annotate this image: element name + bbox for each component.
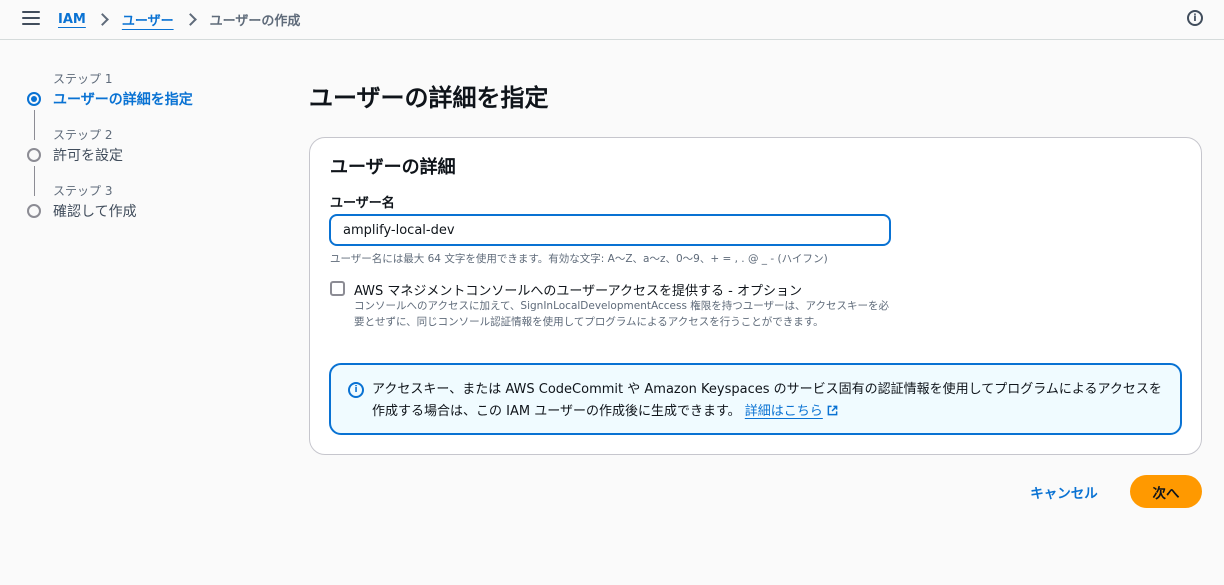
step-label: ステップ 3	[53, 184, 113, 198]
cancel-button[interactable]: キャンセル	[1022, 476, 1106, 508]
chevron-right-icon	[183, 13, 197, 26]
step-title: 許可を設定	[53, 148, 123, 164]
step-label: ステップ 1	[53, 72, 113, 86]
external-link-icon	[827, 405, 838, 416]
username-label: ユーザー名	[330, 196, 395, 211]
learn-more-label[interactable]: 詳細はこちら	[745, 404, 823, 419]
alert-text: アクセスキー、または AWS CodeCommit や Amazon Keysp…	[372, 379, 1172, 423]
chevron-right-icon	[95, 13, 109, 26]
step-pending-icon	[27, 148, 41, 162]
step-active-icon	[27, 92, 41, 106]
step-connector	[34, 110, 35, 140]
breadcrumb: IAM ユーザー ユーザーの作成	[58, 10, 300, 29]
breadcrumb-users-link[interactable]: ユーザー	[122, 10, 174, 29]
step-pending-icon	[27, 204, 41, 218]
info-alert: i アクセスキー、または AWS CodeCommit や Amazon Key…	[329, 363, 1182, 435]
info-icon: i	[348, 382, 364, 398]
info-icon[interactable]: i	[1187, 10, 1203, 26]
username-input[interactable]	[329, 214, 891, 246]
console-access-checkbox[interactable]	[330, 281, 345, 296]
step-title: 確認して作成	[53, 204, 137, 220]
step-title: ユーザーの詳細を指定	[53, 92, 193, 108]
menu-icon[interactable]	[22, 11, 40, 27]
step-connector	[34, 166, 35, 196]
page-title: ユーザーの詳細を指定	[309, 84, 549, 112]
username-constraint-text: ユーザー名には最大 64 文字を使用できます。有効な文字: A〜Z、a〜z、0〜…	[330, 253, 828, 265]
console-access-description: コンソールへのアクセスに加えて、SignInLocalDevelopmentAc…	[354, 300, 890, 328]
step-label: ステップ 2	[53, 128, 113, 142]
user-details-card: ユーザーの詳細 ユーザー名 ユーザー名には最大 64 文字を使用できます。有効な…	[309, 137, 1202, 455]
breadcrumb-iam-link[interactable]: IAM	[58, 12, 86, 27]
top-navigation: IAM ユーザー ユーザーの作成 i	[0, 0, 1224, 40]
learn-more-link[interactable]: 詳細はこちら	[745, 404, 838, 419]
breadcrumb-current: ユーザーの作成	[209, 14, 301, 29]
console-access-label[interactable]: AWS マネジメントコンソールへのユーザーアクセスを提供する - オプション	[354, 280, 802, 299]
card-title: ユーザーの詳細	[330, 157, 456, 178]
next-button[interactable]: 次へ	[1130, 475, 1202, 508]
